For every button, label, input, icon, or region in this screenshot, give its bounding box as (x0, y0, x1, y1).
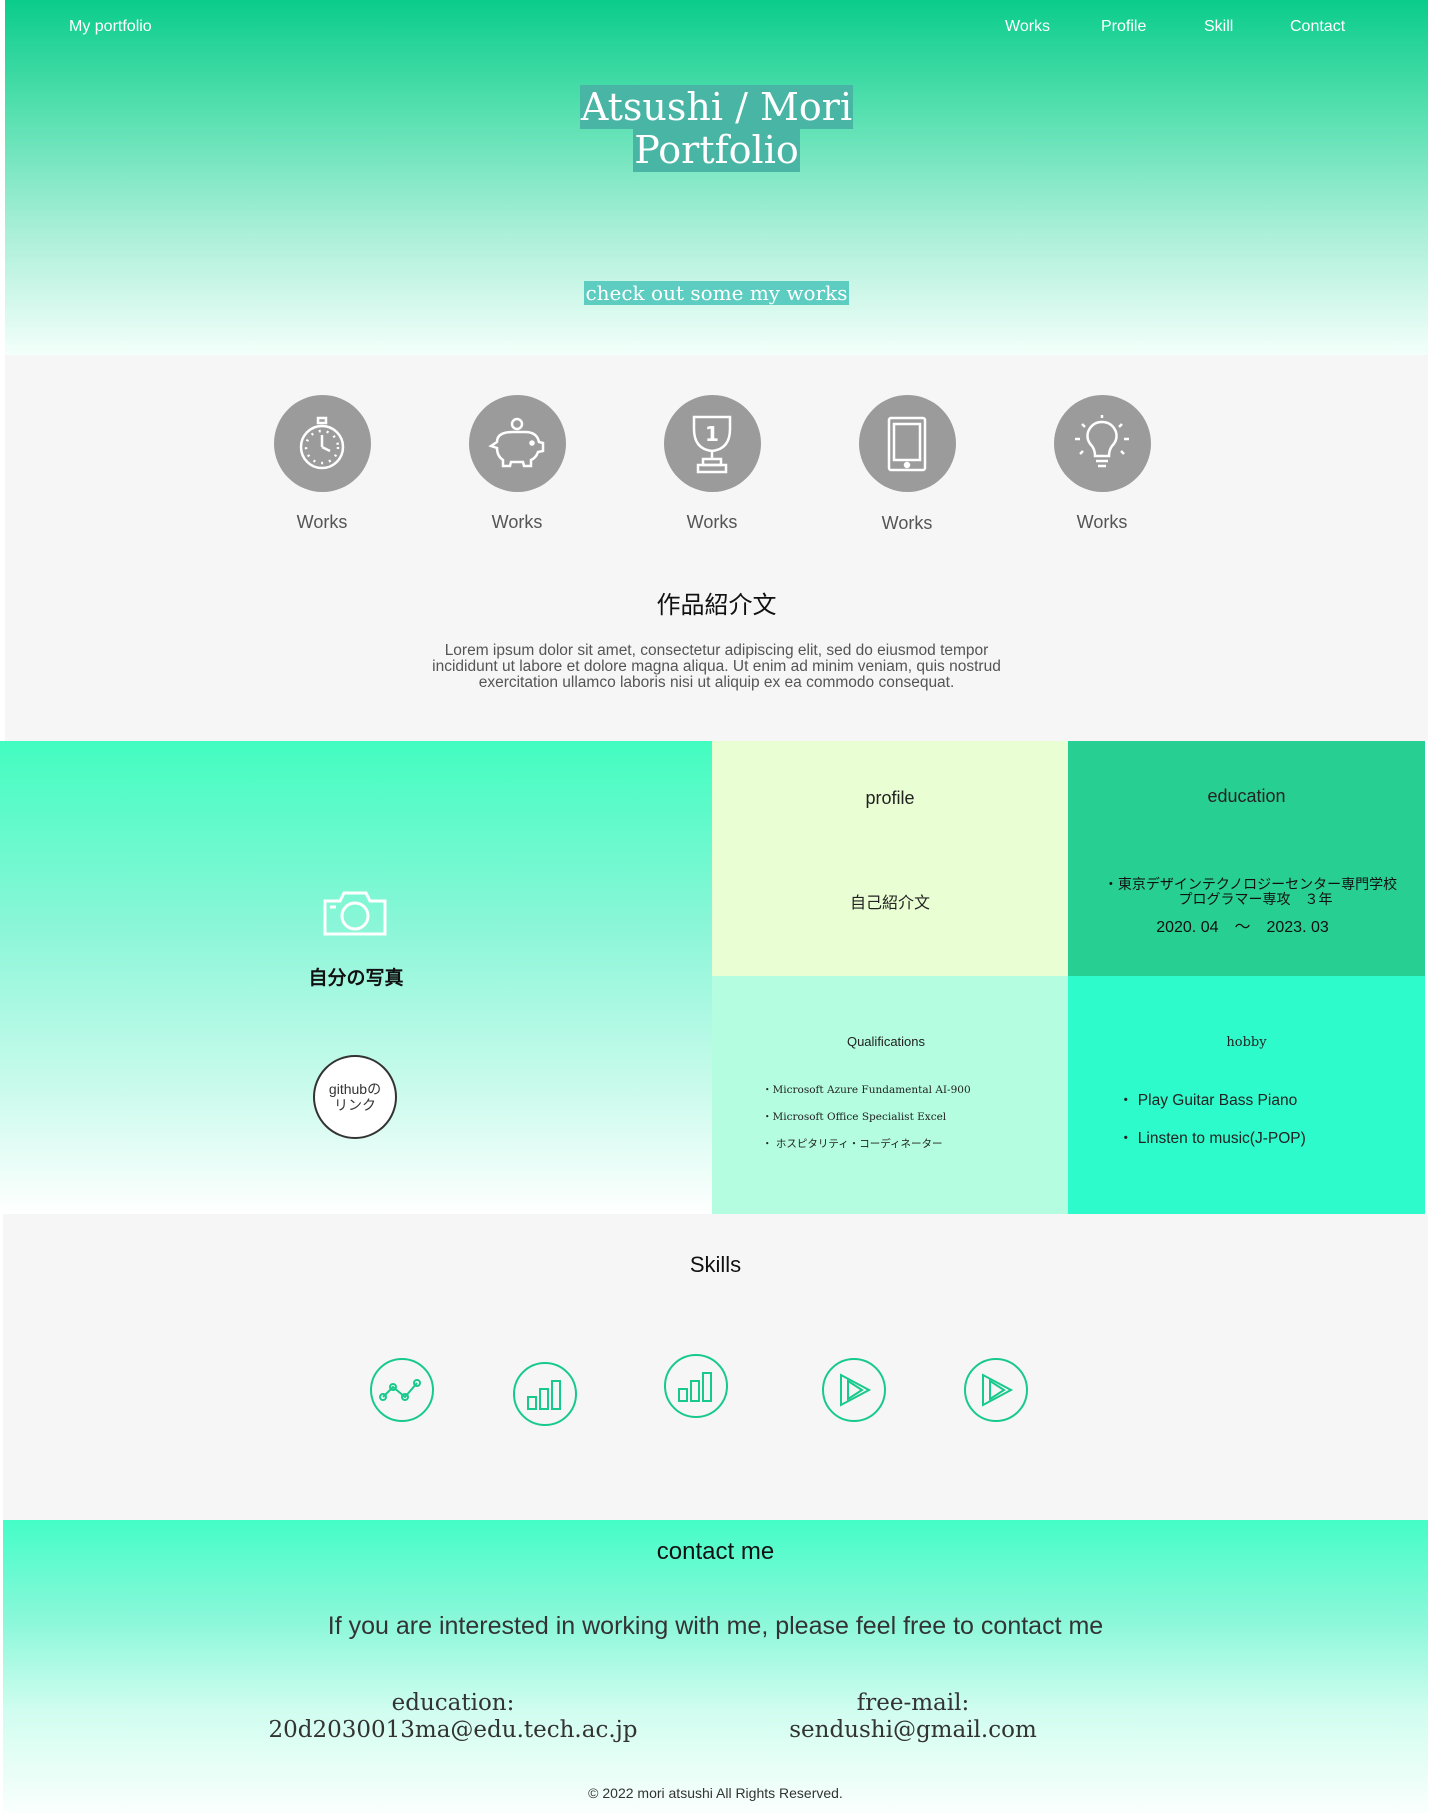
skills-section: Skills (3, 1214, 1428, 1520)
nav-profile[interactable]: Profile (1101, 18, 1146, 36)
skills-title: Skills (689, 1252, 742, 1277)
nav-works[interactable]: Works (1005, 18, 1050, 36)
hero-subtitle: check out some my works (5, 281, 1428, 305)
nav-skill[interactable]: Skill (1204, 18, 1233, 36)
hero-subtitle-text[interactable]: check out some my works (584, 281, 849, 305)
hero-title: Atsushi / Mori Portfolio (5, 85, 1428, 172)
works-description-line: Lorem ipsum dolor sit amet, consectetur … (444, 642, 989, 659)
stopwatch-icon (273, 395, 371, 492)
education-period: 2020. 04 ～ 2023. 03 (1156, 919, 1329, 936)
qualifications-box: Qualifications ・Microsoft Azure Fundamen… (712, 976, 1068, 1214)
bar-chart-icon[interactable] (663, 1353, 729, 1419)
profile-text: 自己紹介文 (849, 895, 930, 912)
play-icon[interactable] (963, 1357, 1029, 1423)
piggy-bank-icon (468, 395, 566, 492)
work-label: Works (1076, 512, 1128, 532)
play-icon[interactable] (821, 1357, 887, 1423)
free-mail-link[interactable]: sendushi@gmail.com (743, 1717, 1083, 1744)
photo-panel: 自分の写真 githubの リンク (0, 741, 712, 1214)
brand-logo[interactable]: My portfolio (69, 18, 152, 36)
work-item[interactable]: Works (247, 395, 397, 533)
hobby-box: hobby ・ Play Guitar Bass Piano ・ Linsten… (1068, 976, 1425, 1214)
qualification-item: ・ ホスピタリティ・コーディネーター (762, 1138, 943, 1150)
camera-icon (322, 889, 388, 942)
education-mail-block: education: 20d2030013ma@edu.tech.ac.jp (263, 1690, 643, 1744)
qualification-item: ・Microsoft Azure Fundamental AI-900 (762, 1084, 971, 1096)
line-chart-icon[interactable] (369, 1357, 435, 1423)
github-link-button[interactable]: githubの リンク (313, 1055, 397, 1139)
contact-title: contact me (656, 1538, 775, 1565)
trophy-icon: 1 (663, 395, 761, 492)
tablet-icon (858, 395, 956, 492)
hobby-title: hobby (1226, 1035, 1267, 1050)
copyright: © 2022 mori atsushi All Rights Reserved. (588, 1785, 843, 1801)
bar-chart-icon[interactable] (512, 1361, 578, 1427)
work-label: Works (491, 512, 543, 532)
hero-title-line1: Atsushi / Mori (579, 85, 854, 129)
work-label: Works (686, 512, 738, 532)
work-item[interactable]: Works (442, 395, 592, 533)
github-link-label: githubの (328, 1081, 382, 1097)
work-label: Works (881, 513, 933, 533)
free-mail-label: free-mail: (856, 1690, 970, 1716)
hobby-list: ・ Play Guitar Bass Piano ・ Linsten to mu… (1118, 1088, 1306, 1164)
profile-title: profile (865, 788, 915, 808)
education-school: ・東京デザインテクノロジーセンター専門学校 (1103, 876, 1398, 892)
qualification-item: ・Microsoft Office Specialist Excel (762, 1111, 947, 1123)
hero-section: My portfolio Works Profile Skill Contact… (5, 0, 1428, 355)
works-description: Lorem ipsum dolor sit amet, consectetur … (5, 643, 1428, 691)
free-mail-block: free-mail: sendushi@gmail.com (743, 1690, 1083, 1744)
works-description-line: exercitation ullamco laboris nisi ut ali… (478, 674, 955, 691)
hero-title-line2: Portfolio (633, 128, 800, 172)
education-mail-label: education: (391, 1690, 515, 1716)
contact-section: contact me If you are interested in work… (3, 1520, 1428, 1813)
works-heading: 作品紹介文 (656, 592, 777, 619)
works-description-line: incididunt ut labore et dolore magna ali… (432, 658, 1001, 675)
svg-text:1: 1 (705, 422, 719, 446)
lightbulb-icon (1053, 395, 1151, 492)
hobby-item: ・ Play Guitar Bass Piano (1118, 1092, 1298, 1109)
education-school-block: ・東京デザインテクノロジーセンター専門学校 プログラマー専攻 ３年 (1068, 877, 1425, 907)
work-item[interactable]: 1 Works (637, 395, 787, 533)
contact-lead: If you are interested in working with me… (327, 1612, 1104, 1640)
github-link-label: リンク (334, 1097, 376, 1113)
qualifications-title: Qualifications (846, 1034, 926, 1049)
work-item[interactable]: Works (1027, 395, 1177, 533)
education-course: プログラマー専攻 ３年 (1178, 891, 1333, 907)
profile-box: profile 自己紹介文 (712, 741, 1068, 976)
hobby-item: ・ Linsten to music(J-POP) (1118, 1130, 1306, 1147)
education-title: education (1207, 786, 1286, 806)
education-mail-link[interactable]: 20d2030013ma@edu.tech.ac.jp (263, 1717, 643, 1744)
nav-contact[interactable]: Contact (1290, 18, 1345, 36)
qualifications-list: ・Microsoft Azure Fundamental AI-900 ・Mic… (762, 1082, 971, 1163)
work-label: Works (296, 512, 348, 532)
work-item[interactable]: Works (832, 395, 982, 534)
works-section: Works Works 1 Works Works Works 作品紹介文 Lo… (5, 355, 1428, 741)
education-box: education ・東京デザインテクノロジーセンター専門学校 プログラマー専攻… (1068, 741, 1425, 976)
photo-label: 自分の写真 (308, 968, 404, 989)
